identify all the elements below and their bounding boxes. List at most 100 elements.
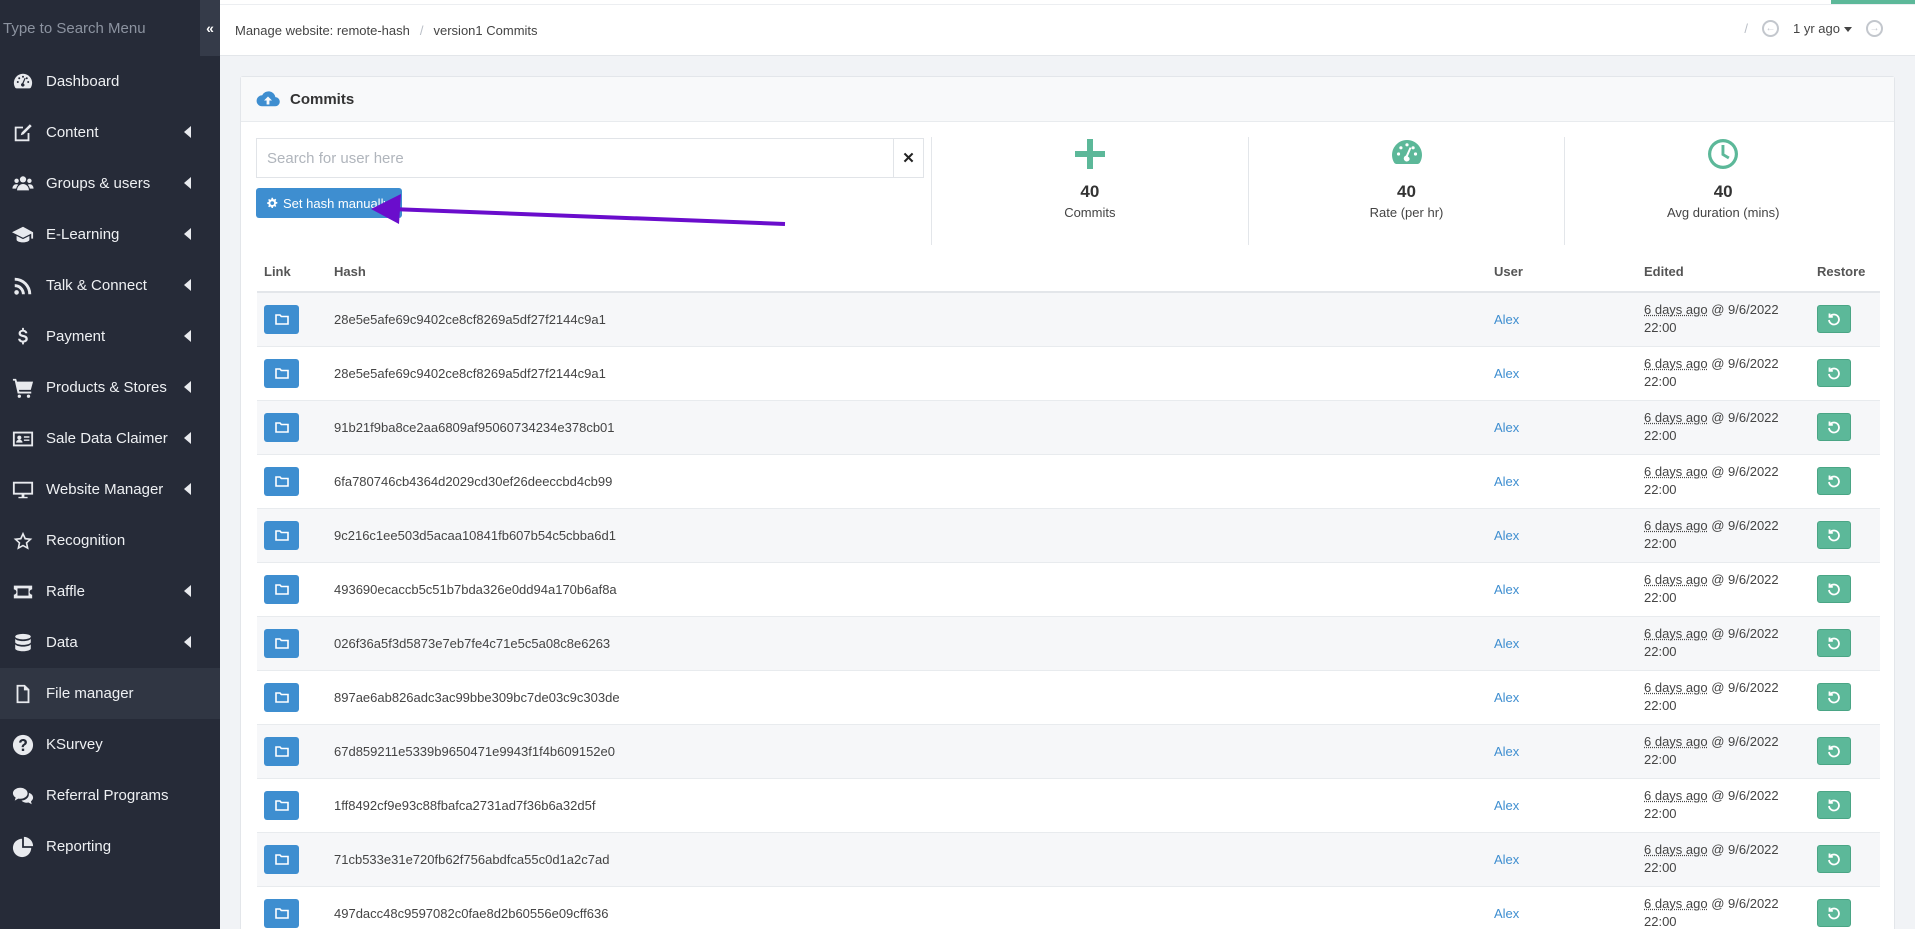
breadcrumb-separator: /	[420, 23, 424, 38]
restore-button[interactable]	[1817, 413, 1851, 441]
user-search-input[interactable]	[257, 139, 893, 177]
undo-icon	[1827, 798, 1841, 812]
open-commit-button[interactable]	[264, 737, 299, 766]
open-commit-button[interactable]	[264, 359, 299, 388]
user-link[interactable]: Alex	[1494, 474, 1519, 489]
caret-left-icon	[184, 126, 191, 138]
user-link[interactable]: Alex	[1494, 366, 1519, 381]
undo-icon	[1827, 366, 1841, 380]
sidebar-item-raffle[interactable]: Raffle	[0, 566, 220, 617]
cell-edited: 6 days ago @ 9/6/2022 22:00	[1637, 616, 1810, 670]
restore-button[interactable]	[1817, 521, 1851, 549]
restore-button[interactable]	[1817, 791, 1851, 819]
open-commit-button[interactable]	[264, 467, 299, 496]
edited-timestamp: 6 days ago @ 9/6/2022 22:00	[1644, 895, 1810, 929]
restore-button[interactable]	[1817, 683, 1851, 711]
restore-button[interactable]	[1817, 629, 1851, 657]
column-header-hash: Hash	[327, 252, 1487, 292]
commit-hash: 91b21f9ba8ce2aa6809af95060734234e378cb01	[334, 420, 615, 435]
table-row: 67d859211e5339b9650471e9943f1f4b609152e0…	[257, 724, 1880, 778]
sidebar-item-data[interactable]: Data	[0, 617, 220, 668]
open-commit-button[interactable]	[264, 413, 299, 442]
caret-left-icon	[184, 279, 191, 291]
table-row: 6fa780746cb4364d2029cd30ef26deeccbd4cb99…	[257, 454, 1880, 508]
breadcrumb-item-website[interactable]: Manage website: remote-hash	[235, 23, 410, 38]
sidebar-item-label: KSurvey	[46, 736, 103, 753]
user-link[interactable]: Alex	[1494, 798, 1519, 813]
clear-search-button[interactable]: ✕	[893, 139, 923, 177]
edited-date: @ 9/6/2022	[1708, 464, 1779, 479]
gear-icon	[266, 197, 278, 209]
sidebar-item-dashboard[interactable]: Dashboard	[0, 56, 220, 107]
arrow-left-icon[interactable]: ←	[1762, 20, 1779, 37]
folder-icon	[275, 421, 289, 433]
user-link[interactable]: Alex	[1494, 906, 1519, 921]
cell-edited: 6 days ago @ 9/6/2022 22:00	[1637, 562, 1810, 616]
sidebar-search: «	[0, 0, 220, 56]
stat-duration: 40 Avg duration (mins)	[1564, 137, 1881, 245]
user-link[interactable]: Alex	[1494, 528, 1519, 543]
open-commit-button[interactable]	[264, 575, 299, 604]
column-header-user: User	[1487, 252, 1637, 292]
sidebar-item-file-manager[interactable]: File manager	[0, 668, 220, 719]
sidebar-item-payment[interactable]: Payment	[0, 311, 220, 362]
sidebar-item-label: E-Learning	[46, 226, 119, 243]
restore-button[interactable]	[1817, 359, 1851, 387]
collapse-sidebar-button[interactable]: «	[200, 0, 220, 56]
open-commit-button[interactable]	[264, 305, 299, 334]
sidebar-item-label: Content	[46, 124, 99, 141]
set-hash-manually-button[interactable]: Set hash manually	[256, 188, 402, 218]
column-header-restore: Restore	[1810, 252, 1880, 292]
stat-duration-label: Avg duration (mins)	[1667, 205, 1779, 220]
restore-button[interactable]	[1817, 305, 1851, 333]
user-link[interactable]: Alex	[1494, 420, 1519, 435]
user-link[interactable]: Alex	[1494, 636, 1519, 651]
sidebar-item-label: Groups & users	[46, 175, 150, 192]
users-icon	[10, 172, 36, 196]
sidebar-item-referral-programs[interactable]: Referral Programs	[0, 770, 220, 821]
sidebar-item-reporting[interactable]: Reporting	[0, 821, 220, 872]
restore-button[interactable]	[1817, 845, 1851, 873]
restore-button[interactable]	[1817, 467, 1851, 495]
open-commit-button[interactable]	[264, 683, 299, 712]
folder-icon	[275, 637, 289, 649]
open-commit-button[interactable]	[264, 791, 299, 820]
sidebar-item-e-learning[interactable]: E-Learning	[0, 209, 220, 260]
cell-hash: 897ae6ab826adc3ac99bbe309bc7de03c9c303de	[327, 670, 1487, 724]
restore-button[interactable]	[1817, 899, 1851, 927]
arrow-right-icon[interactable]: →	[1866, 20, 1883, 37]
restore-button[interactable]	[1817, 737, 1851, 765]
sidebar-item-talk-and-connect[interactable]: Talk & Connect	[0, 260, 220, 311]
stat-commits: 40 Commits	[931, 137, 1248, 245]
folder-icon	[275, 691, 289, 703]
user-link[interactable]: Alex	[1494, 312, 1519, 327]
sidebar-item-groups-and-users[interactable]: Groups & users	[0, 158, 220, 209]
sidebar-item-website-manager[interactable]: Website Manager	[0, 464, 220, 515]
cell-restore	[1810, 616, 1880, 670]
sidebar-item-recognition[interactable]: Recognition	[0, 515, 220, 566]
sidebar-item-products-and-stores[interactable]: Products & Stores	[0, 362, 220, 413]
user-link[interactable]: Alex	[1494, 690, 1519, 705]
sidebar-item-ksurvey[interactable]: KSurvey	[0, 719, 220, 770]
cell-hash: 71cb533e31e720fb62f756abdfca55c0d1a2c7ad	[327, 832, 1487, 886]
folder-icon	[275, 799, 289, 811]
user-link[interactable]: Alex	[1494, 582, 1519, 597]
folder-icon	[275, 475, 289, 487]
open-commit-button[interactable]	[264, 629, 299, 658]
restore-button[interactable]	[1817, 575, 1851, 603]
folder-icon	[275, 313, 289, 325]
cell-edited: 6 days ago @ 9/6/2022 22:00	[1637, 724, 1810, 778]
user-link[interactable]: Alex	[1494, 852, 1519, 867]
sidebar-item-sale-data-claimer[interactable]: Sale Data Claimer	[0, 413, 220, 464]
history-dropdown[interactable]: 1 yr ago	[1793, 21, 1852, 36]
user-link[interactable]: Alex	[1494, 744, 1519, 759]
edited-date: @ 9/6/2022	[1708, 734, 1779, 749]
open-commit-button[interactable]	[264, 899, 299, 928]
open-commit-button[interactable]	[264, 521, 299, 550]
open-commit-button[interactable]	[264, 845, 299, 874]
menu-search-input[interactable]	[0, 0, 200, 56]
cell-user: Alex	[1487, 670, 1637, 724]
cell-user: Alex	[1487, 400, 1637, 454]
sidebar-item-content[interactable]: Content	[0, 107, 220, 158]
table-row: 91b21f9ba8ce2aa6809af95060734234e378cb01…	[257, 400, 1880, 454]
